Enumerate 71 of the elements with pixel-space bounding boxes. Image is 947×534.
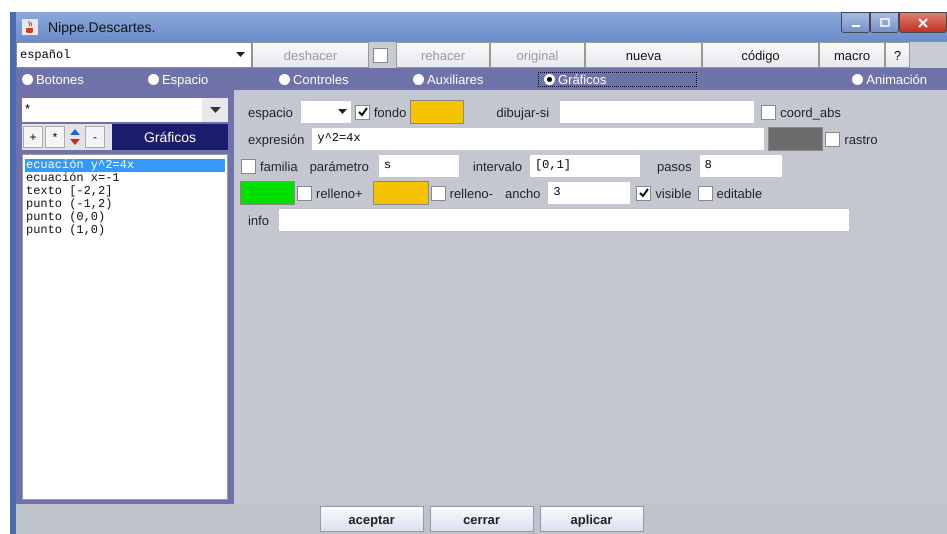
text-field[interactable]: 3 <box>548 182 630 204</box>
dialog-button[interactable]: aceptar <box>320 506 424 532</box>
field-label: ancho <box>504 186 540 200</box>
checkbox[interactable] <box>761 104 776 120</box>
checkbox-label: editable <box>716 186 762 200</box>
list-item[interactable]: texto [-2,2] <box>25 185 225 198</box>
checkbox-label: rastro <box>844 132 878 146</box>
text-field[interactable]: s <box>378 155 459 177</box>
text-field[interactable]: [0,1] <box>530 155 640 177</box>
checkbox-label: fondo <box>374 104 406 120</box>
radio-tab[interactable]: Controles <box>273 72 407 86</box>
list-item[interactable]: punto (1,0) <box>25 224 225 237</box>
close-button[interactable] <box>899 12 947 33</box>
radio-tab[interactable]: Gráficos <box>538 72 697 86</box>
radio-tab[interactable]: Animación <box>846 72 927 86</box>
checkbox-label: relleno+ <box>316 186 363 200</box>
space-dropdown[interactable] <box>300 101 351 123</box>
dialog-button[interactable]: cerrar <box>430 506 534 532</box>
checkbox[interactable] <box>636 186 652 200</box>
text-field[interactable]: 8 <box>700 155 782 177</box>
text-field[interactable] <box>560 101 754 123</box>
checkbox[interactable] <box>354 104 370 120</box>
checkbox[interactable] <box>825 132 840 146</box>
radio-tab[interactable]: Botones <box>16 72 142 86</box>
java-cup-icon <box>22 19 38 35</box>
remove-button[interactable]: - <box>85 126 105 148</box>
field-label: dibujar-si <box>496 104 550 120</box>
checkbox-label: coord_abs <box>780 104 841 120</box>
new-button[interactable]: nueva <box>585 42 702 68</box>
macro-button[interactable]: macro <box>819 42 885 68</box>
list-item[interactable]: punto (0,0) <box>25 211 225 224</box>
field-label: parámetro <box>310 158 369 174</box>
code-button[interactable]: código <box>702 42 819 68</box>
color-swatch[interactable] <box>372 181 429 205</box>
maximize-icon <box>880 18 890 28</box>
field-label: intervalo <box>472 158 522 174</box>
checkbox-label: relleno- <box>450 186 493 200</box>
radio-tab[interactable]: Espacio <box>142 72 273 86</box>
caret-icon <box>338 109 347 115</box>
radio-tab[interactable]: Auxiliares <box>407 72 538 86</box>
text-field[interactable]: y^2=4x <box>312 128 764 150</box>
checkbox[interactable] <box>430 186 446 200</box>
duplicate-button[interactable]: * <box>45 126 65 148</box>
list-item[interactable]: punto (-1,2) <box>25 198 225 211</box>
list-item[interactable]: ecuación x=-1 <box>25 172 225 185</box>
filter-dropdown[interactable]: * <box>22 98 228 122</box>
field-label: expresión <box>248 132 304 146</box>
close-icon <box>917 18 929 28</box>
color-swatch[interactable] <box>768 127 824 151</box>
checkbox[interactable] <box>241 158 256 174</box>
checkbox[interactable] <box>698 186 713 200</box>
caret-icon <box>210 106 220 114</box>
maximize-button[interactable] <box>870 12 899 33</box>
color-swatch[interactable] <box>410 100 464 124</box>
dialog-button[interactable]: aplicar <box>540 506 644 532</box>
help-button[interactable]: ? <box>885 42 910 68</box>
minimize-button[interactable] <box>841 12 870 33</box>
window-title: Nippe.Descartes. <box>48 19 156 35</box>
color-swatch[interactable] <box>240 181 295 205</box>
minimize-icon <box>852 24 860 26</box>
checkbox-label: familia <box>260 158 298 174</box>
add-button[interactable]: + <box>23 126 43 148</box>
section-title: Gráficos <box>112 124 228 150</box>
language-dropdown[interactable]: español <box>16 42 252 68</box>
checkbox[interactable] <box>297 186 312 200</box>
caret-icon <box>236 52 245 58</box>
field-label: info <box>248 212 269 228</box>
field-label: pasos <box>656 158 692 174</box>
checkbox-label: visible <box>655 186 692 200</box>
text-field[interactable] <box>278 209 849 231</box>
field-label: espacio <box>248 104 293 120</box>
